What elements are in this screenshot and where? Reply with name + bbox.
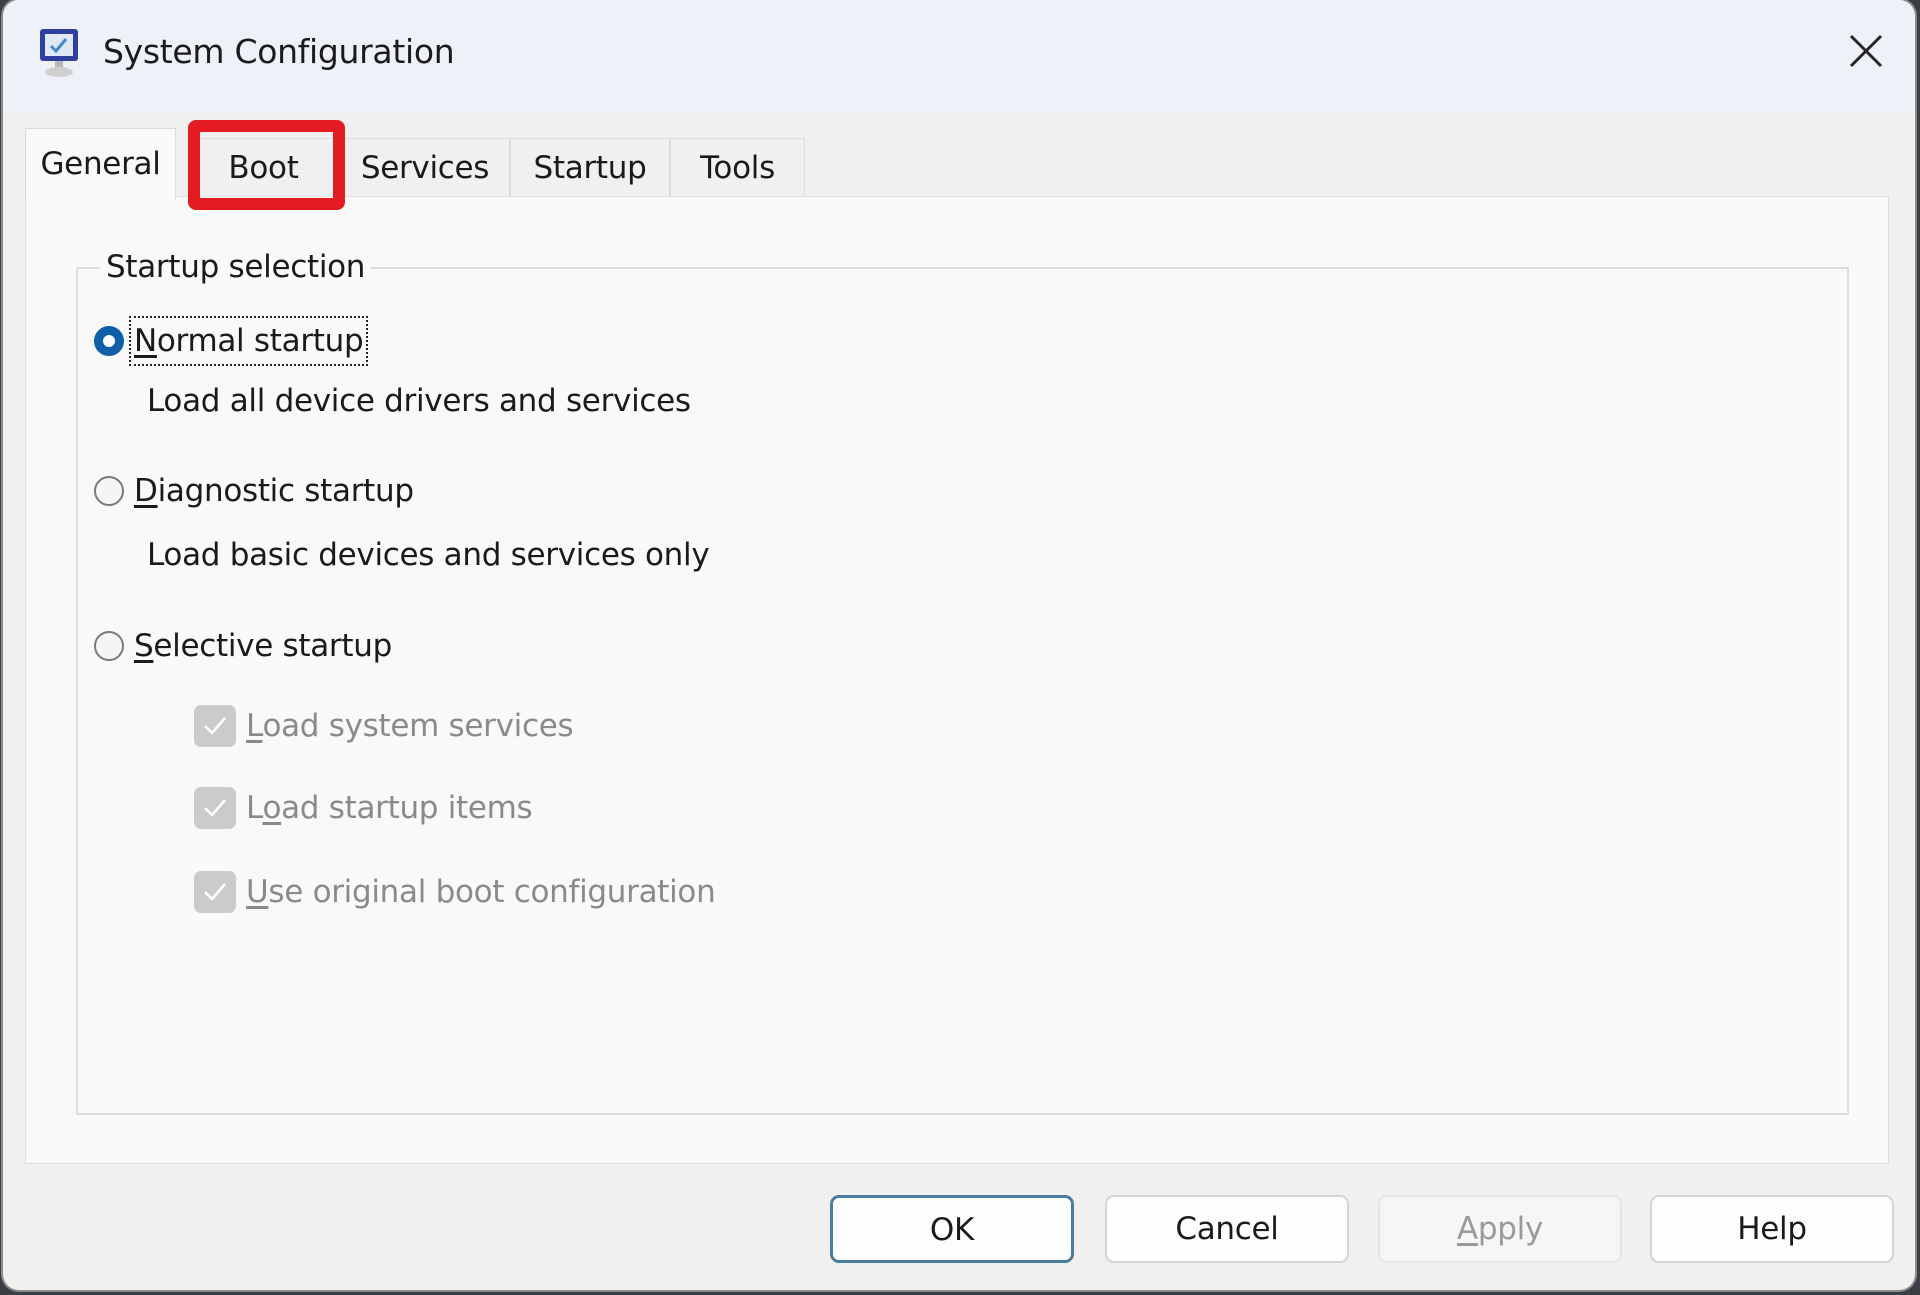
tab-services-label: Services <box>360 150 490 186</box>
group-legend: Startup selection <box>100 245 372 289</box>
mnemonic: L <box>246 708 263 744</box>
post: oad system services <box>262 708 574 744</box>
tab-tools-label: Tools <box>700 150 775 186</box>
general-tab-panel: Startup selection Normal startup Load al… <box>25 196 1889 1164</box>
checkmark-icon <box>204 717 226 735</box>
title-bar: System Configuration <box>3 0 1915 112</box>
post: se original boot configuration <box>268 874 716 910</box>
load-system-services-label: Load system services <box>246 704 574 748</box>
mnemonic: U <box>246 874 269 910</box>
tab-tools[interactable]: Tools <box>670 138 805 197</box>
system-configuration-window: System Configuration General Boot Servic… <box>3 0 1915 1290</box>
radio-button[interactable] <box>94 476 124 506</box>
label-rest: iagnostic startup <box>157 473 414 509</box>
label-rest: ormal startup <box>156 323 364 359</box>
cancel-label: Cancel <box>1175 1211 1279 1247</box>
radio-button[interactable] <box>94 631 124 661</box>
use-original-boot-configuration-label: Use original boot configuration <box>246 870 716 914</box>
checkbox-checked-disabled[interactable] <box>194 871 236 913</box>
load-startup-items-label: Load startup items <box>246 786 533 830</box>
pre: L <box>246 790 263 826</box>
ok-label: OK <box>929 1212 975 1248</box>
checkbox-use-original-boot-configuration[interactable]: Use original boot configuration <box>194 870 716 914</box>
selective-startup-label[interactable]: Selective startup <box>132 624 394 668</box>
checkbox-checked-disabled[interactable] <box>194 705 236 747</box>
tab-startup-label: Startup <box>533 150 647 186</box>
mnemonic: D <box>134 473 158 509</box>
mnemonic: S <box>134 628 154 664</box>
checkbox-load-system-services[interactable]: Load system services <box>194 704 574 748</box>
apply-label-rest: pply <box>1477 1211 1544 1247</box>
tab-general[interactable]: General <box>25 128 176 200</box>
normal-startup-label[interactable]: Normal startup <box>128 316 369 366</box>
checkmark-icon <box>204 799 226 817</box>
post: ad startup items <box>281 790 533 826</box>
msconfig-monitor-icon <box>35 26 85 80</box>
tab-services[interactable]: Services <box>340 138 510 197</box>
mnemonic: A <box>1456 1211 1478 1247</box>
radio-normal-startup[interactable]: Normal startup <box>94 316 369 366</box>
close-icon <box>1849 34 1883 68</box>
cancel-button[interactable]: Cancel <box>1105 1195 1349 1263</box>
window-title: System Configuration <box>103 32 455 71</box>
diagnostic-startup-label[interactable]: Diagnostic startup <box>132 469 416 513</box>
checkbox-load-startup-items[interactable]: Load startup items <box>194 786 533 830</box>
diagnostic-startup-description: Load basic devices and services only <box>147 537 710 573</box>
tab-boot-label: Boot <box>228 150 299 186</box>
mnemonic: o <box>262 790 282 826</box>
radio-diagnostic-startup[interactable]: Diagnostic startup <box>94 469 416 513</box>
tab-boot[interactable]: Boot <box>188 138 340 197</box>
normal-startup-description: Load all device drivers and services <box>147 383 691 419</box>
startup-selection-group: Startup selection Normal startup Load al… <box>76 245 1849 1115</box>
radio-button-checked[interactable] <box>94 326 124 356</box>
apply-button[interactable]: Apply <box>1378 1195 1622 1263</box>
radio-selective-startup[interactable]: Selective startup <box>94 624 394 668</box>
tab-general-label: General <box>40 146 161 182</box>
ok-button[interactable]: OK <box>830 1195 1074 1263</box>
help-label: Help <box>1737 1211 1807 1247</box>
mnemonic: N <box>134 323 157 359</box>
checkbox-checked-disabled[interactable] <box>194 787 236 829</box>
close-button[interactable] <box>1831 16 1901 86</box>
checkmark-icon <box>204 883 226 901</box>
label-rest: elective startup <box>153 628 392 664</box>
tab-startup[interactable]: Startup <box>510 138 670 197</box>
help-button[interactable]: Help <box>1650 1195 1894 1263</box>
